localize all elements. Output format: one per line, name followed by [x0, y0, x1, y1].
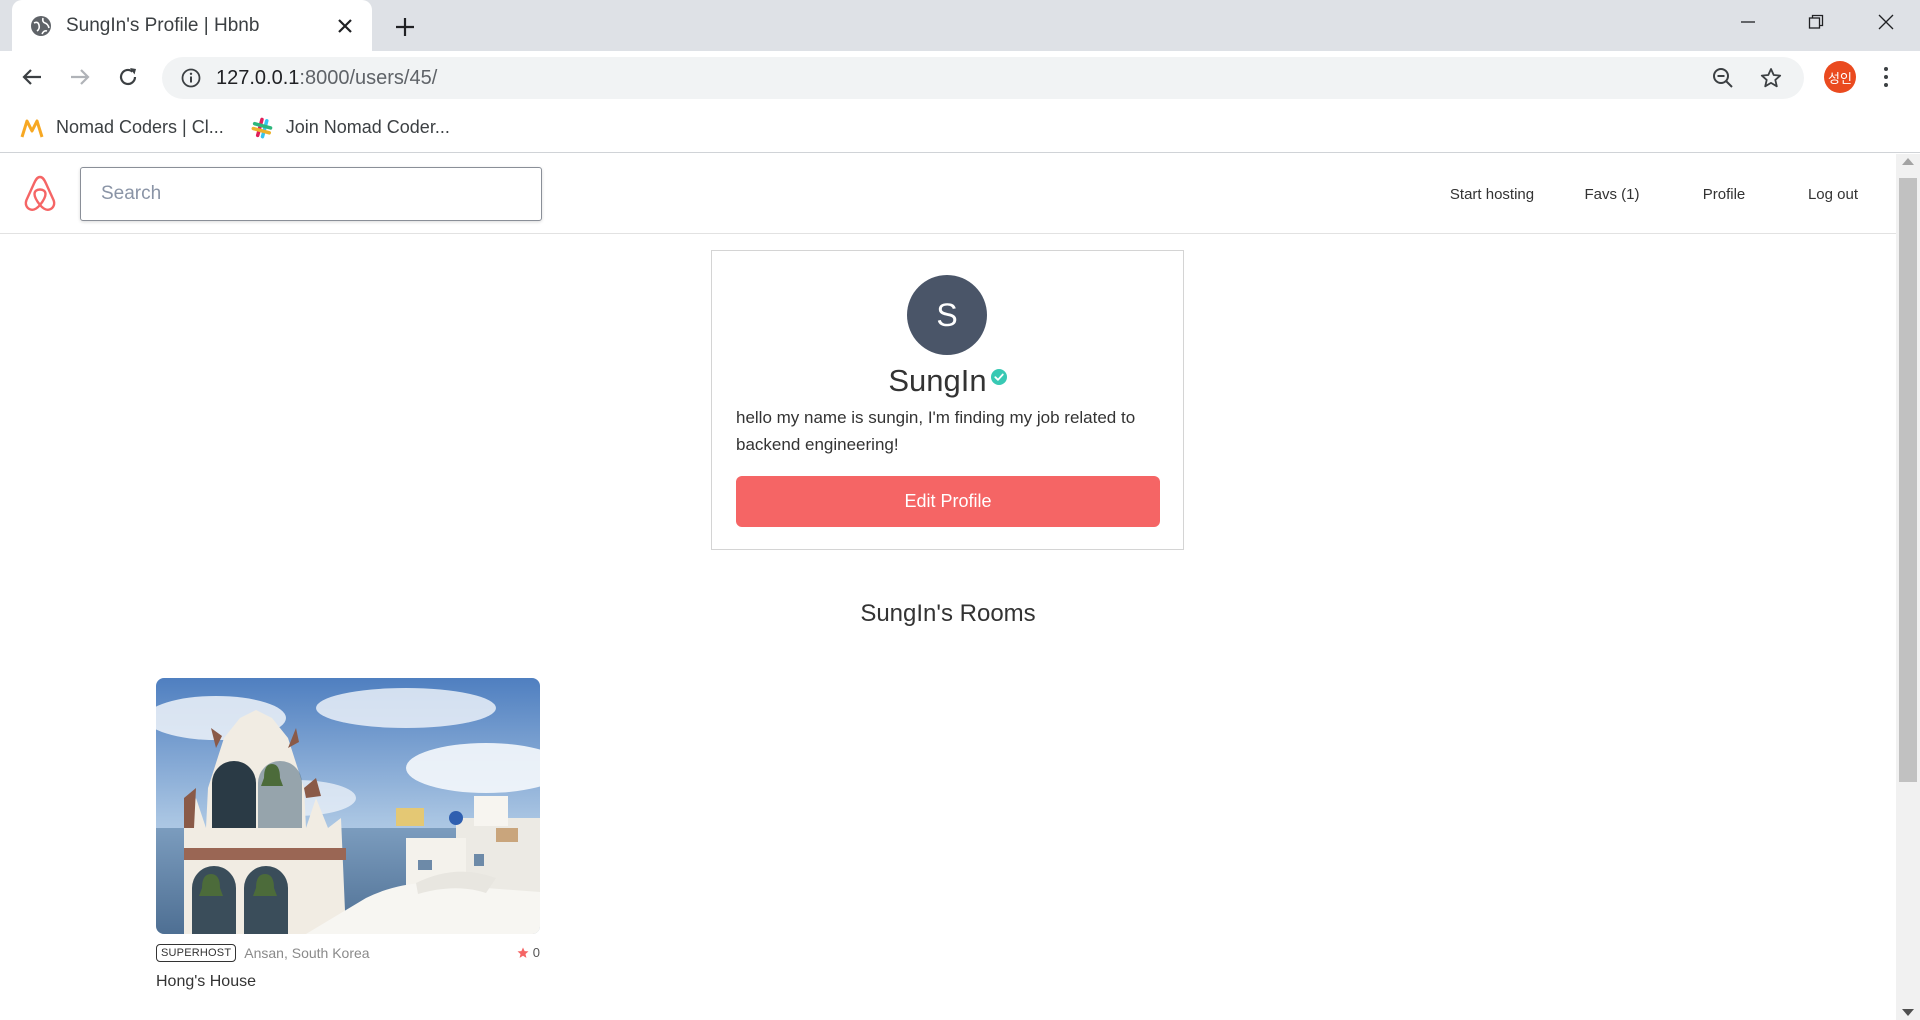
- minimize-button[interactable]: [1714, 0, 1782, 44]
- user-name: SungIn: [888, 363, 987, 398]
- slack-icon: [250, 116, 274, 140]
- rooms-section-title: SungIn's Rooms: [860, 600, 1036, 627]
- room-meta: SUPERHOST Ansan, South Korea 0: [156, 942, 540, 964]
- star-icon: [517, 947, 529, 958]
- bookmark-join-nomad-coders[interactable]: Join Nomad Coder...: [250, 116, 450, 140]
- tab-title: SungIn's Profile | Hbnb: [66, 14, 260, 36]
- main-nav: Start hosting Favs (1) Profile Log out: [1426, 154, 1896, 234]
- address-bar[interactable]: 127.0.0.1:8000/users/45/: [162, 57, 1804, 99]
- new-tab-button[interactable]: [390, 12, 420, 42]
- reload-button[interactable]: [110, 59, 146, 95]
- nav-profile[interactable]: Profile: [1670, 186, 1778, 203]
- nav-start-hosting[interactable]: Start hosting: [1426, 186, 1558, 203]
- edit-profile-button[interactable]: Edit Profile: [736, 476, 1160, 527]
- nomad-coders-icon: [20, 116, 44, 140]
- page-viewport: Start hosting Favs (1) Profile Log out S…: [0, 154, 1920, 1020]
- superhost-badge: SUPERHOST: [156, 944, 237, 962]
- browser-tab-bar: SungIn's Profile | Hbnb: [0, 0, 1920, 51]
- browser-tab[interactable]: SungIn's Profile | Hbnb: [12, 0, 372, 51]
- room-photo[interactable]: [156, 678, 540, 934]
- scroll-down-arrow-icon[interactable]: [1902, 1009, 1914, 1016]
- user-name-row: SungIn: [712, 363, 1183, 399]
- bookmark-star-icon[interactable]: [1756, 63, 1786, 93]
- airbnb-logo-icon[interactable]: [22, 174, 58, 214]
- room-rating-value: 0: [532, 945, 540, 960]
- browser-toolbar: 127.0.0.1:8000/users/45/ 성인: [0, 51, 1920, 103]
- nav-favs[interactable]: Favs (1): [1562, 186, 1662, 203]
- tab-close-icon[interactable]: [334, 15, 356, 37]
- zoom-out-icon[interactable]: [1708, 63, 1738, 93]
- back-button[interactable]: [14, 59, 50, 95]
- close-window-button[interactable]: [1852, 0, 1920, 44]
- bookmark-nomad-coders[interactable]: Nomad Coders | Cl...: [20, 116, 224, 140]
- profile-card: S SungIn hello my name is sungin, I'm fi…: [711, 250, 1184, 550]
- url-text[interactable]: 127.0.0.1:8000/users/45/: [216, 67, 1708, 90]
- site-header: Start hosting Favs (1) Profile Log out: [0, 154, 1896, 234]
- room-card[interactable]: SUPERHOST Ansan, South Korea 0 Hong's Ho…: [156, 678, 540, 991]
- scroll-thumb[interactable]: [1899, 178, 1917, 782]
- bookmarks-bar: Nomad Coders | Cl... Join Nomad Coder...: [0, 103, 1920, 153]
- search-input[interactable]: [80, 167, 542, 221]
- browser-menu-icon[interactable]: [1874, 61, 1898, 93]
- room-rating: 0: [517, 945, 540, 960]
- nav-logout[interactable]: Log out: [1778, 186, 1888, 203]
- verified-check-icon: [990, 369, 1007, 385]
- globe-icon: [30, 15, 52, 37]
- forward-button[interactable]: [62, 59, 98, 95]
- room-name[interactable]: Hong's House: [156, 973, 540, 991]
- scroll-up-arrow-icon[interactable]: [1902, 158, 1914, 165]
- room-location: Ansan, South Korea: [244, 945, 370, 961]
- restore-button[interactable]: [1782, 0, 1850, 44]
- site-info-icon[interactable]: [180, 67, 202, 89]
- page-scrollbar[interactable]: [1896, 154, 1920, 1020]
- user-bio: hello my name is sungin, I'm finding my …: [736, 408, 1136, 454]
- avatar: S: [907, 275, 987, 355]
- browser-profile-avatar[interactable]: 성인: [1824, 61, 1856, 93]
